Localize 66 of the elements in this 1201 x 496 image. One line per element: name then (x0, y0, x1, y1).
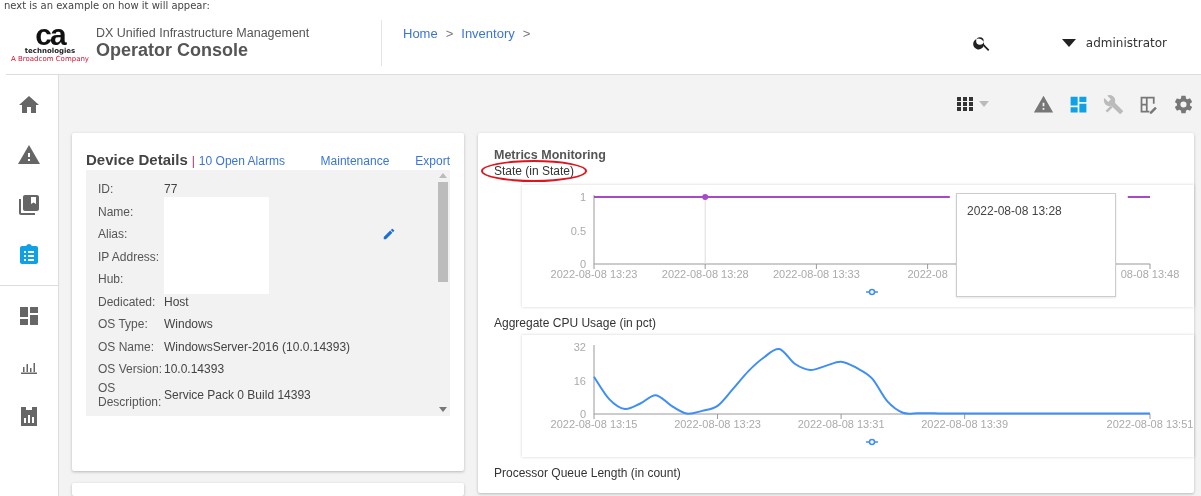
library-icon[interactable] (17, 193, 41, 217)
alarms-link[interactable]: 10 Open Alarms (198, 154, 285, 168)
page-caption: next is an example on how it will appear: (3, 0, 211, 12)
product-name: DX Unified Infrastructure Management (96, 25, 311, 40)
y-tick-label: 0 (579, 258, 586, 270)
breadcrumb-separator: > (522, 26, 531, 41)
x-tick-label: 2022-08-08 13:15 (550, 418, 638, 430)
y-tick-label: 1 (579, 191, 586, 203)
x-tick-label: 2022-08-08 13:23 (550, 268, 638, 280)
breadcrumb-link[interactable]: Inventory (461, 26, 515, 41)
field-label: OS Name: (98, 339, 155, 354)
legend-icon[interactable] (865, 438, 879, 446)
data-point (702, 194, 709, 200)
card-link[interactable]: Export (415, 154, 450, 168)
y-tick-label: 0 (579, 408, 586, 420)
y-tick-label: 0.5 (570, 224, 586, 237)
chart-title: State (in State) (482, 161, 587, 181)
field-label: Hub: (98, 272, 125, 287)
field-value: WindowsServer-2016 (10.0.14393) (164, 339, 352, 354)
x-tick-label: 2022-08-08 13:51 (1106, 418, 1194, 430)
x-tick-label: 2022-08-08 13:23 (674, 418, 761, 430)
chart-title: Aggregate CPU Usage (in pct) (494, 315, 657, 331)
edit-icon[interactable] (382, 227, 396, 242)
separator-text: | (191, 154, 195, 168)
card-title: Device Details (86, 151, 188, 168)
x-tick-label: 08-08 13:48 (1120, 268, 1180, 280)
field-value: Service Pack 0 Build 14393 (164, 387, 312, 402)
grid-view-icon[interactable] (957, 97, 973, 111)
settings-icon[interactable] (1173, 93, 1194, 115)
field-label: OS Version: (98, 362, 164, 377)
y-tick-label: 16 (573, 374, 586, 387)
chart-tooltip: 2022-08-08 13:28 (956, 193, 1116, 297)
legend-icon[interactable] (865, 288, 879, 296)
clipboard-list-icon[interactable] (17, 243, 41, 267)
field-value: 10.0.14393 (164, 362, 226, 377)
card-link[interactable]: Maintenance (320, 154, 390, 168)
field-label: OS Type: (98, 317, 149, 332)
y-axis (593, 194, 595, 265)
field-value: Windows (164, 317, 214, 332)
field-label: Alias: (98, 227, 129, 242)
card-title: Metrics Monitoring (494, 149, 607, 161)
warning-icon[interactable] (17, 143, 41, 167)
breadcrumb-link[interactable]: Home (403, 26, 438, 41)
caret-icon[interactable] (1061, 39, 1076, 47)
breadcrumb-separator: > (445, 26, 454, 41)
x-tick-label: 2022-08-08 13:31 (797, 418, 885, 430)
app-title: Operator Console (96, 39, 249, 61)
x-tick-label: 2022-08-08 13:33 (772, 268, 860, 280)
user-menu[interactable]: administrator (1085, 36, 1167, 50)
logo-mark: ca (35, 23, 65, 47)
dashboard-icon[interactable] (17, 304, 41, 328)
y-tick-label: 32 (573, 341, 586, 353)
x-tick-label: 2022-08-08 13:28 (661, 268, 749, 280)
x-tick-label: 2022-08 (907, 268, 948, 280)
field-label: ID: (98, 182, 115, 197)
warning-icon[interactable] (1033, 93, 1054, 115)
x-tick-label: 2022-08-08 13:39 (921, 418, 1009, 430)
y-axis (593, 344, 595, 415)
field-label: Dedicated: (98, 294, 157, 309)
field-label: Name: (98, 204, 135, 219)
field-value: Host (164, 294, 190, 309)
field-label: OS Description: (98, 380, 163, 409)
scroll-down-icon[interactable] (439, 407, 447, 412)
chart-title: Processor Queue Length (in count) (494, 465, 681, 481)
field-label: IP Address: (98, 249, 161, 264)
field-value: 77 (164, 182, 179, 197)
